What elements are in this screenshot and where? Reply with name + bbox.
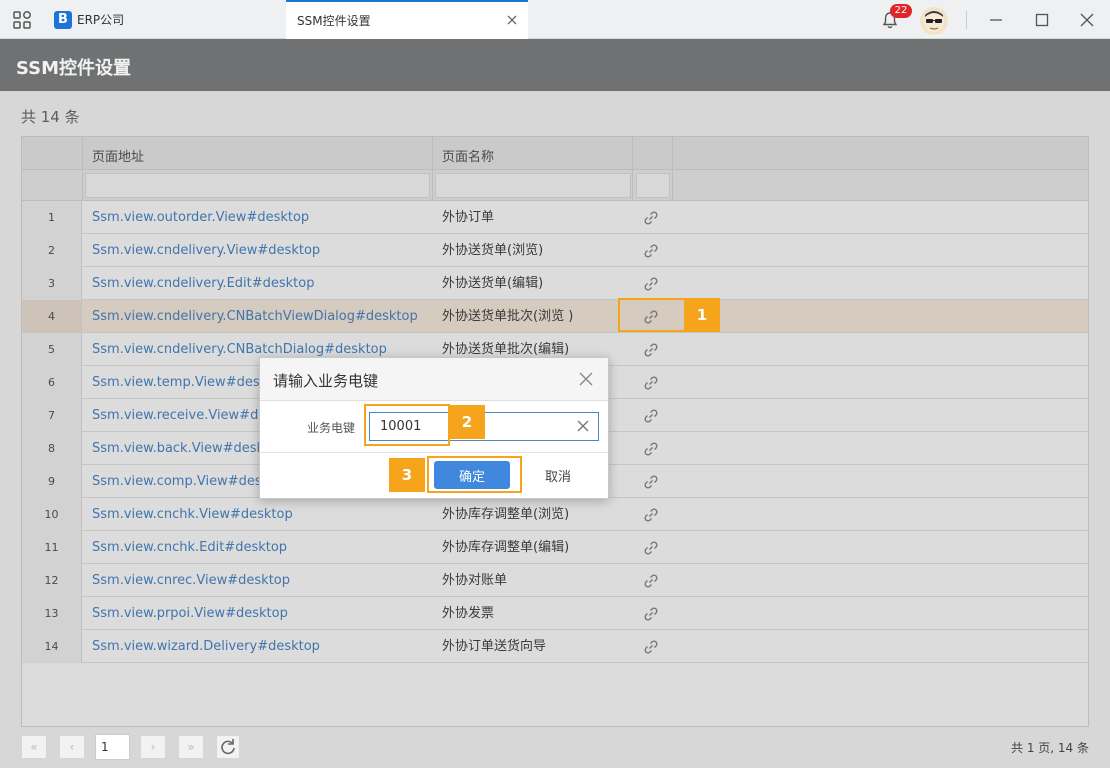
cancel-button[interactable]: 取消 bbox=[530, 461, 586, 489]
pager-summary: 共 1 页, 14 条 bbox=[1011, 741, 1089, 755]
title-bar: B ERP公司 SSM控件设置 22 bbox=[0, 0, 1110, 39]
divider bbox=[966, 11, 967, 29]
tab-ssm-settings[interactable]: SSM控件设置 bbox=[286, 0, 528, 39]
clear-icon[interactable] bbox=[576, 419, 590, 433]
refresh-icon[interactable] bbox=[216, 735, 240, 759]
tab-label: SSM控件设置 bbox=[297, 14, 371, 28]
business-key-label: 业务电键 bbox=[307, 421, 356, 435]
dialog-title: 请输入业务电键 bbox=[273, 372, 379, 390]
callout-3-badge: 3 bbox=[389, 458, 425, 492]
callout-2-highlight bbox=[364, 404, 450, 446]
dialog-header: 请输入业务电键 bbox=[260, 358, 608, 401]
app-logo-icon: B bbox=[54, 11, 72, 29]
page-number-input[interactable] bbox=[95, 734, 130, 760]
dialog-divider bbox=[260, 452, 608, 453]
prev-page-button[interactable]: ‹ bbox=[59, 735, 85, 759]
app-name[interactable]: ERP公司 bbox=[77, 11, 124, 28]
next-page-button[interactable]: › bbox=[140, 735, 166, 759]
page-title: SSM控件设置 bbox=[16, 58, 132, 79]
callout-2-badge: 2 bbox=[449, 405, 485, 439]
callout-1-highlight bbox=[618, 298, 686, 332]
minimize-icon[interactable] bbox=[986, 10, 1006, 30]
maximize-icon[interactable] bbox=[1032, 10, 1052, 30]
close-icon[interactable] bbox=[578, 371, 594, 387]
window-close-icon[interactable] bbox=[1077, 10, 1097, 30]
callout-3-highlight bbox=[427, 456, 522, 493]
avatar-face-icon bbox=[924, 11, 944, 32]
page-header: SSM控件设置 bbox=[0, 39, 1110, 91]
notification-badge: 22 bbox=[890, 4, 912, 18]
last-page-button[interactable]: » bbox=[178, 735, 204, 759]
callout-1-badge: 1 bbox=[684, 298, 720, 332]
avatar[interactable] bbox=[920, 7, 948, 35]
app-grid-icon[interactable] bbox=[12, 10, 32, 30]
close-icon[interactable] bbox=[506, 14, 518, 26]
first-page-button[interactable]: « bbox=[21, 735, 47, 759]
